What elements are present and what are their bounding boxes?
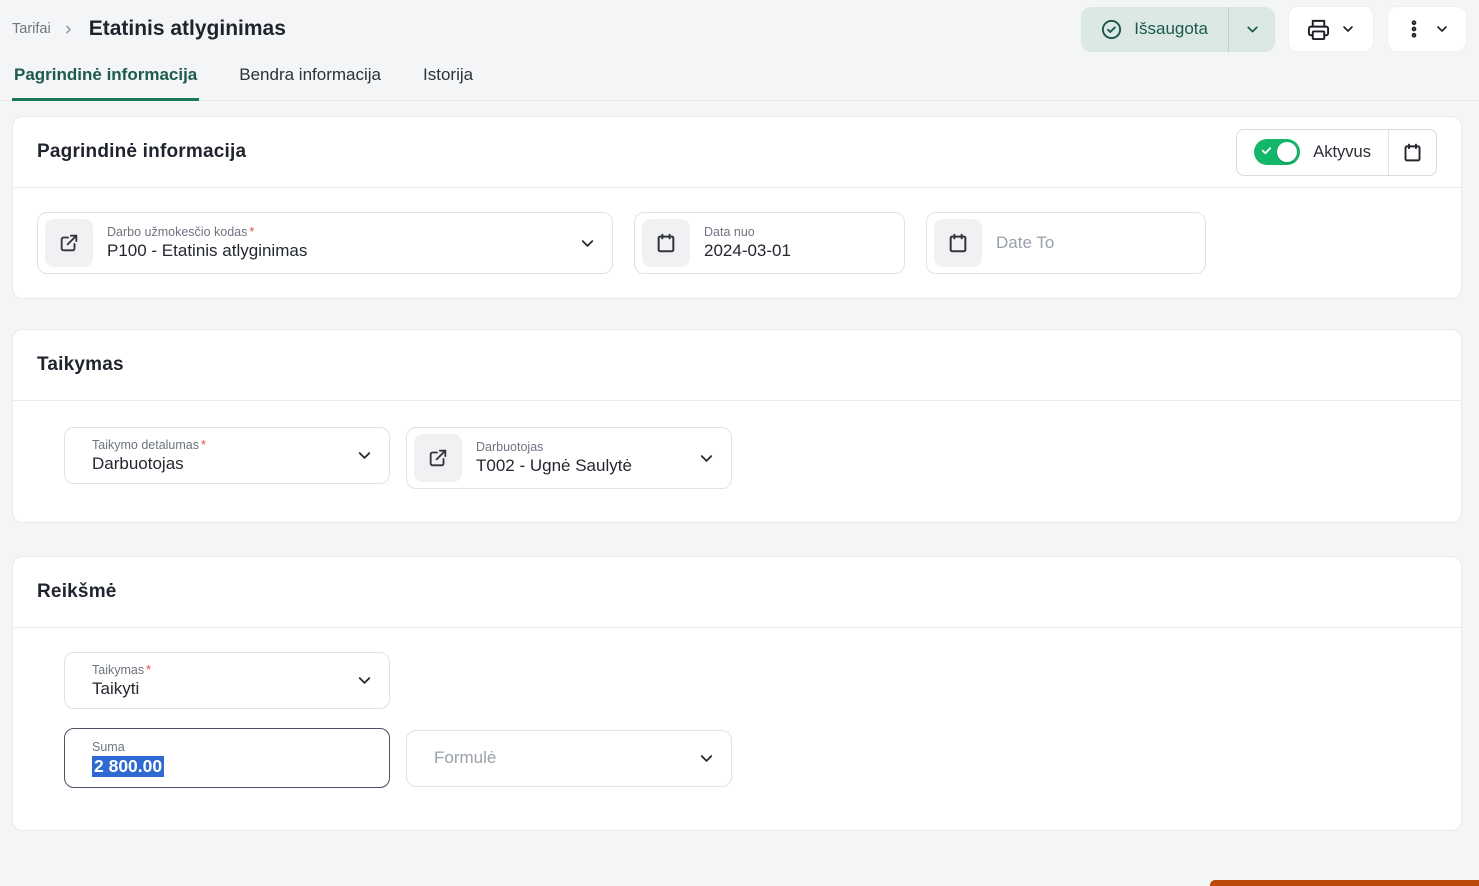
status-pill: Aktyvus (1236, 129, 1437, 176)
taikymas-card-header: Taikymas (13, 330, 1461, 401)
breadcrumb: Tarifai Etatinis atlyginimas (12, 17, 286, 41)
field-value: T002 - Ugnė Saulytė (476, 456, 632, 476)
chevron-down-icon (697, 449, 716, 468)
section-title: Pagrindinė informacija (37, 141, 246, 163)
external-link-icon (58, 232, 80, 254)
date-to-field[interactable]: Date To (926, 212, 1206, 274)
chevron-down-icon (1244, 21, 1261, 38)
pay-code-select[interactable]: Darbo užmokesčio kodas* P100 - Etatinis … (37, 212, 613, 274)
field-label: Darbo užmokesčio kodas* (107, 225, 307, 239)
reiksme-card: Reikšmė Taikymas* Taikyti Suma 2 800.00 … (12, 556, 1462, 831)
tab-bendra-informacija[interactable]: Bendra informacija (237, 56, 383, 101)
main-info-card-body: Darbo užmokesčio kodas* P100 - Etatinis … (13, 188, 1461, 298)
active-toggle[interactable] (1254, 139, 1300, 165)
required-marker: * (146, 663, 151, 677)
saved-button-label: Išsaugota (1134, 19, 1208, 39)
calendar-icon (1402, 142, 1423, 163)
reiksme-card-body: Taikymas* Taikyti Suma 2 800.00 Formulė (13, 628, 1461, 830)
field-value: Darbuotojas (92, 454, 206, 474)
breadcrumb-chevron-icon (62, 23, 75, 36)
field-value: 2024-03-01 (704, 241, 791, 261)
reiksme-card-header: Reikšmė (13, 557, 1461, 628)
formula-select[interactable]: Formulė (406, 730, 732, 787)
field-value: P100 - Etatinis atlyginimas (107, 241, 307, 261)
required-marker: * (249, 225, 254, 239)
main-info-card: Pagrindinė informacija Aktyvus (12, 116, 1462, 299)
tab-bar: Pagrindinė informacija Bendra informacij… (0, 56, 1479, 101)
section-title: Taikymas (37, 354, 124, 376)
open-record-button[interactable] (45, 219, 93, 267)
open-record-button[interactable] (414, 434, 462, 482)
check-icon (1261, 145, 1272, 156)
more-options-button[interactable] (1387, 6, 1467, 52)
chevron-down-icon (697, 749, 716, 768)
field-label: Darbuotojas (476, 440, 632, 454)
header-actions: Išsaugota (1081, 6, 1467, 52)
field-placeholder: Date To (996, 233, 1054, 253)
main-info-card-header: Pagrindinė informacija Aktyvus (13, 117, 1461, 188)
application-select[interactable]: Taikymas* Taikyti (64, 652, 390, 709)
field-label: Taikymas* (92, 663, 151, 677)
field-placeholder: Formulė (434, 748, 496, 768)
reiksme-second-row: Suma 2 800.00 Formulė (64, 728, 1437, 788)
calendar-icon (655, 232, 677, 254)
saved-split-button: Išsaugota (1081, 7, 1275, 52)
date-to-calendar-button[interactable] (934, 219, 982, 267)
chevron-down-icon (578, 234, 597, 253)
bottom-orange-bar[interactable] (1210, 880, 1479, 886)
kebab-menu-icon (1404, 18, 1424, 40)
validity-calendar-button[interactable] (1389, 130, 1436, 175)
page-title: Etatinis atlyginimas (89, 17, 286, 41)
chevron-down-icon (1434, 21, 1450, 37)
tab-pagrindine-informacija[interactable]: Pagrindinė informacija (12, 56, 199, 101)
external-link-icon (427, 447, 449, 469)
required-marker: * (201, 438, 206, 452)
tab-istorija[interactable]: Istorija (421, 56, 475, 101)
field-value: Taikyti (92, 679, 151, 699)
saved-button[interactable]: Išsaugota (1081, 7, 1228, 52)
field-label: Taikymo detalumas* (92, 438, 206, 452)
field-label: Data nuo (704, 225, 791, 239)
check-circle-icon (1100, 18, 1123, 41)
employee-select[interactable]: Darbuotojas T002 - Ugnė Saulytė (406, 427, 732, 489)
amount-selected-text: 2 800.00 (92, 756, 164, 777)
toggle-knob (1277, 142, 1297, 162)
taikymas-card-body: Taikymo detalumas* Darbuotojas Darbuotoj… (13, 401, 1461, 522)
chevron-down-icon (355, 446, 374, 465)
field-label: Suma (92, 740, 164, 754)
date-from-field[interactable]: Data nuo 2024-03-01 (634, 212, 905, 274)
chevron-down-icon (1340, 21, 1356, 37)
amount-input[interactable]: Suma 2 800.00 (64, 728, 390, 788)
print-button[interactable] (1288, 6, 1374, 52)
active-toggle-wrap: Aktyvus (1237, 130, 1388, 175)
breadcrumb-parent-link[interactable]: Tarifai (12, 21, 51, 37)
date-from-calendar-button[interactable] (642, 219, 690, 267)
detail-level-select[interactable]: Taikymo detalumas* Darbuotojas (64, 427, 390, 484)
saved-dropdown-button[interactable] (1229, 7, 1275, 52)
active-toggle-label: Aktyvus (1313, 143, 1371, 162)
calendar-icon (947, 232, 969, 254)
taikymas-card: Taikymas Taikymo detalumas* Darbuotojas … (12, 329, 1462, 523)
section-title: Reikšmė (37, 581, 117, 603)
chevron-down-icon (355, 671, 374, 690)
top-bar: Tarifai Etatinis atlyginimas Išsaugota (0, 0, 1479, 52)
printer-icon (1307, 18, 1330, 41)
